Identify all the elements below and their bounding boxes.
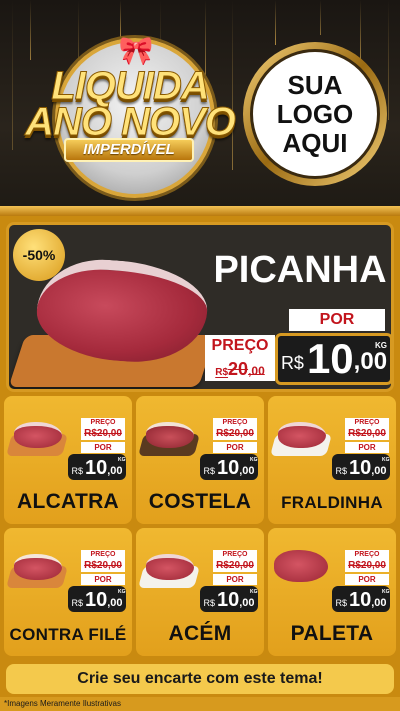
old-price-label: PREÇO xyxy=(205,335,275,357)
new-price-label: POR xyxy=(345,442,389,453)
product-name: ACÉM xyxy=(168,622,232,645)
header-banner: 🎀 LIQUIDA ANO NOVO IMPERDÍVEL SUA LOGO A… xyxy=(0,0,400,212)
featured-product-name: PICANHA xyxy=(213,249,387,291)
discount-badge: -50% xyxy=(13,229,65,281)
product-grid: PREÇO R$20,00 POR R$ 10,00 KG ALCATRA PRE… xyxy=(4,396,396,656)
meat-image xyxy=(278,422,326,448)
meat-image xyxy=(274,550,328,582)
featured-product-card[interactable]: -50% PICANHA PREÇO R$20,00 POR R$ 10,00 K… xyxy=(6,222,394,392)
logo-text-line2: LOGO xyxy=(276,98,354,129)
old-price-label: PREÇO xyxy=(213,418,257,428)
new-price-label: POR xyxy=(81,442,125,453)
new-price-label: POR xyxy=(345,574,389,585)
product-card-costela[interactable]: PREÇO R$20,00 POR R$ 10,00 KG COSTELA xyxy=(136,396,264,524)
unit-label: KG xyxy=(118,457,126,463)
unit-label: KG xyxy=(382,457,390,463)
product-name: PALETA xyxy=(290,622,374,645)
old-price-label: PREÇO xyxy=(81,418,125,428)
product-name: CONTRA FILÉ xyxy=(9,625,127,644)
old-price-label: PREÇO xyxy=(345,418,389,428)
product-name: ALCATRA xyxy=(16,490,120,513)
old-price: R$20,00 xyxy=(345,560,389,572)
meat-image xyxy=(146,422,194,448)
product-card-alcatra[interactable]: PREÇO R$20,00 POR R$ 10,00 KG ALCATRA xyxy=(4,396,132,524)
product-card-contra-file[interactable]: PREÇO R$20,00 POR R$ 10,00 KG CONTRA FILÉ xyxy=(4,528,132,656)
old-price: R$20,00 xyxy=(81,560,125,572)
unit-label: KG xyxy=(382,589,390,595)
old-price: R$20,00 xyxy=(345,428,389,440)
meat-image xyxy=(14,422,62,448)
meat-image xyxy=(14,554,62,580)
emblem-title-line2: ANO NOVO xyxy=(25,100,237,144)
meat-image xyxy=(146,554,194,580)
new-price-label: POR xyxy=(213,574,257,585)
logo-text-line1: SUA xyxy=(287,69,343,100)
gift-bow-icon: 🎀 xyxy=(118,35,154,66)
old-price-label: PREÇO xyxy=(81,550,125,560)
product-card-paleta[interactable]: PREÇO R$20,00 POR R$ 10,00 KG PALETA xyxy=(268,528,396,656)
logo-text-line3: AQUI xyxy=(282,127,348,158)
header-divider xyxy=(0,206,400,216)
product-card-acem[interactable]: PREÇO R$20,00 POR R$ 10,00 KG ACÉM xyxy=(136,528,264,656)
new-price-label: POR xyxy=(289,309,385,331)
product-name: FRALDINHA xyxy=(281,493,383,512)
old-price: R$20,00 xyxy=(81,428,125,440)
old-price: R$20,00 xyxy=(213,560,257,572)
unit-label: KG xyxy=(118,589,126,595)
cta-banner[interactable]: Crie seu encarte com este tema! xyxy=(6,664,394,694)
unit-label: KG xyxy=(250,457,258,463)
new-price-label: POR xyxy=(213,442,257,453)
new-price-label: POR xyxy=(81,574,125,585)
unit-label: KG xyxy=(250,589,258,595)
old-price: R$20,00 xyxy=(213,428,257,440)
old-price-label: PREÇO xyxy=(345,550,389,560)
unit-label: KG xyxy=(375,341,387,350)
product-card-fraldinha[interactable]: PREÇO R$20,00 POR R$ 10,00 KG FRALDINHA xyxy=(268,396,396,524)
footer-note: *Imagens Meramente Ilustrativas xyxy=(0,697,400,711)
old-price-label: PREÇO xyxy=(213,550,257,560)
product-name: COSTELA xyxy=(148,490,252,513)
emblem-ribbon: IMPERDÍVEL xyxy=(64,138,194,162)
old-price: R$20,00 xyxy=(205,357,275,381)
logo-placeholder[interactable]: SUA LOGO AQUI xyxy=(243,42,387,186)
